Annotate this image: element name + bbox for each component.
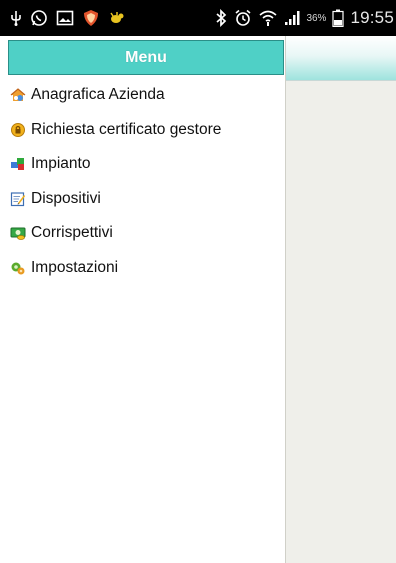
bluetooth-icon [214,9,228,27]
menu-item-label: Corrispettivi [31,224,113,242]
menu-item-label: Impianto [31,155,91,173]
content-header [286,36,396,81]
menu-title: Menu [125,48,167,66]
company-profile-icon [10,87,26,103]
payments-icon [10,225,26,241]
content-pane[interactable] [285,36,396,563]
menu-item-anagrafica-azienda[interactable]: Anagrafica Azienda [10,78,284,113]
bug-icon [108,10,126,26]
menu-item-dispositivi[interactable]: Dispositivi [10,182,284,217]
menu-item-label: Anagrafica Azienda [31,86,165,104]
usb-icon [10,10,22,26]
menu-item-label: Impostazioni [31,258,119,276]
wifi-icon [258,9,278,27]
plant-icon [10,156,26,172]
menu-item-impianto[interactable]: Impianto [10,147,284,182]
status-bar: 36% 19:55 [0,0,396,36]
gallery-icon [56,10,74,26]
menu-item-label: Richiesta certificato gestore [31,120,222,138]
menu-item-corrispettivi[interactable]: Corrispettivi [10,216,284,251]
shield-icon [82,9,100,27]
status-bar-right: 36% 19:55 [214,8,394,28]
menu-item-impostazioni[interactable]: Impostazioni [10,251,284,286]
signal-icon [284,10,300,26]
status-bar-left [10,8,126,28]
alarm-icon [234,9,252,27]
menu-item-label: Dispositivi [31,189,101,207]
menu-header: Menu [8,40,284,75]
settings-icon [10,260,26,276]
devices-icon [10,191,26,207]
menu-list: Anagrafica Azienda Richiesta certificato… [10,78,284,285]
whatsapp-icon [30,9,48,27]
battery-icon [332,9,345,27]
clock: 19:55 [350,8,394,27]
certificate-request-icon [10,122,26,138]
battery-percent: 36% [306,12,327,24]
menu-item-richiesta-certificato[interactable]: Richiesta certificato gestore [10,113,284,148]
